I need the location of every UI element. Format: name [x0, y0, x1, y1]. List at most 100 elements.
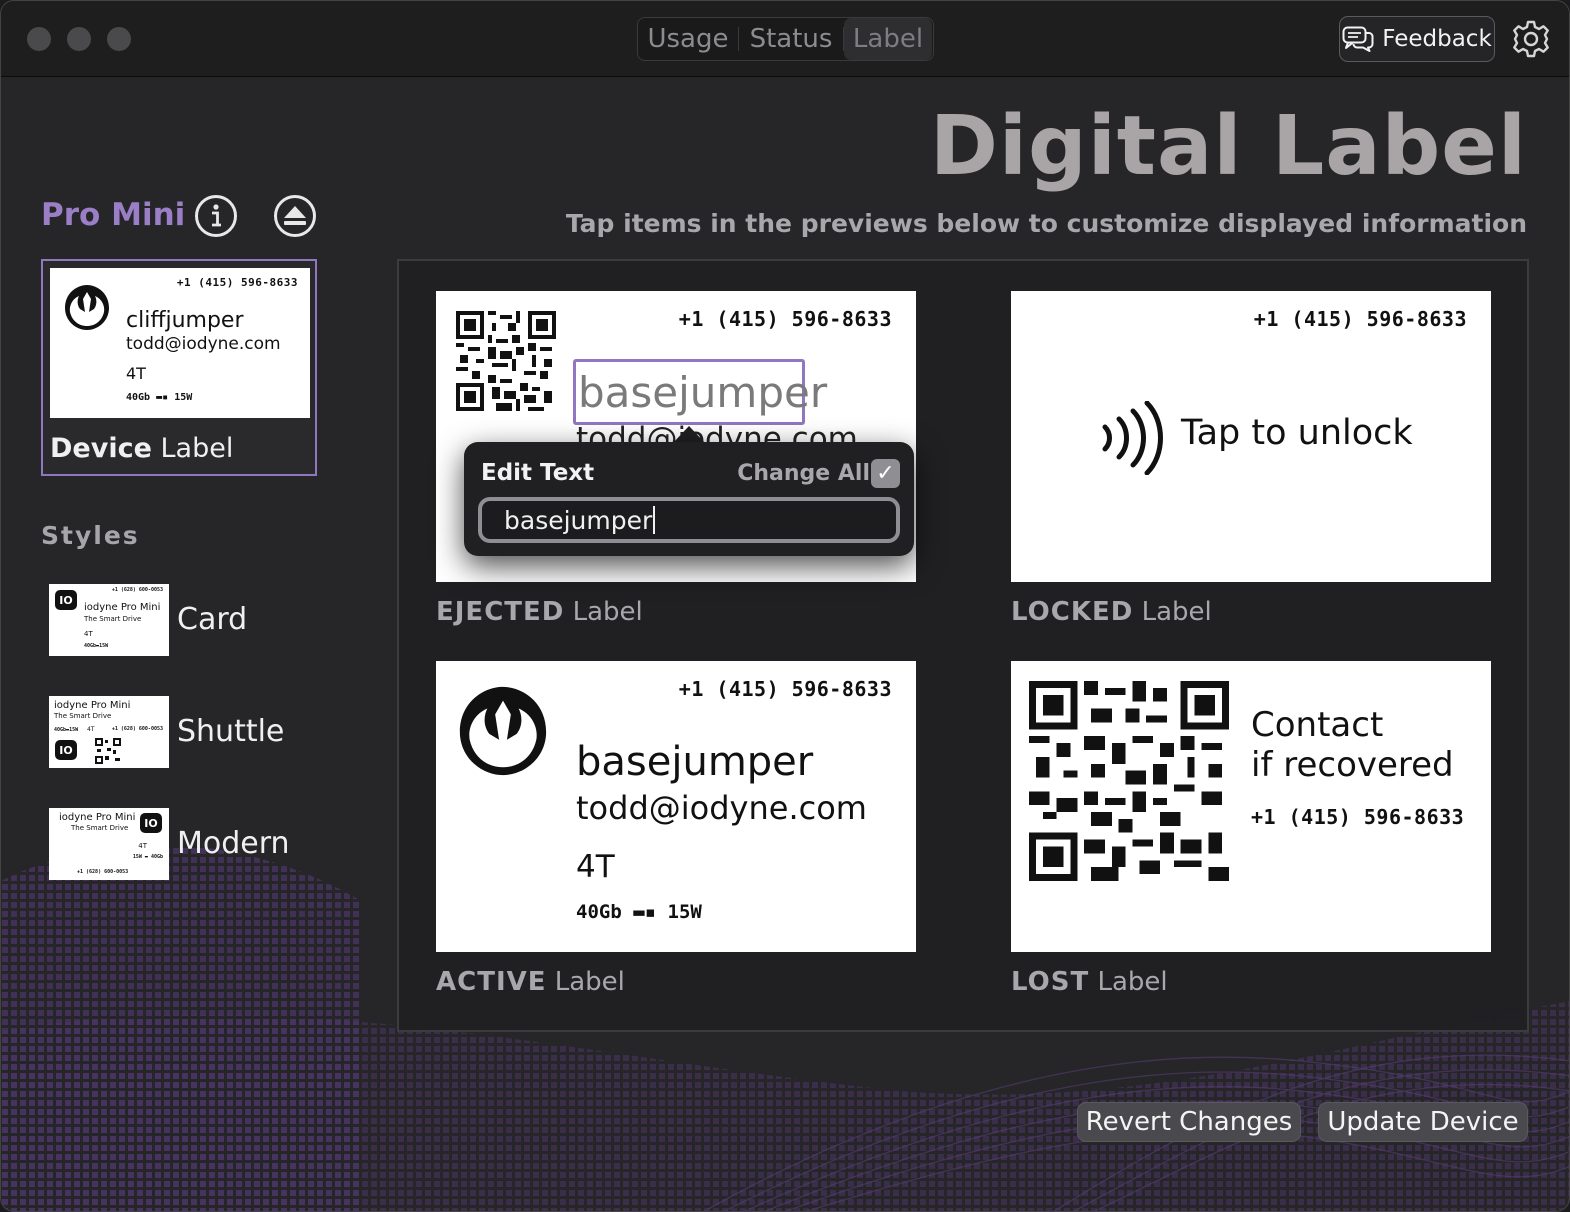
style-shuttle-capacity: 4T	[87, 726, 95, 733]
feedback-button[interactable]: Feedback	[1339, 16, 1495, 62]
device-label-capacity: 4T	[126, 364, 146, 383]
style-card-product: iodyne Pro Mini	[84, 602, 161, 613]
nfc-tap-icon	[1102, 401, 1163, 475]
style-card[interactable]: IO +1 (628) 600-0053 iodyne Pro Mini The…	[49, 584, 349, 656]
style-shuttle-bandwidth: 40Gb	[54, 727, 67, 733]
view-switcher: Usage Status Label	[637, 17, 934, 61]
edit-text-popover: Edit Text Change All ✓ basejumper	[464, 442, 914, 556]
device-label-caption: Device Label	[50, 433, 233, 464]
active-label-email[interactable]: todd@iodyne.com	[576, 789, 867, 827]
style-modern-bandwidth: 40Gb	[150, 854, 163, 860]
rebel-alliance-logo	[459, 686, 547, 776]
active-label-preview[interactable]: +1 (415) 596-8633 basejumper todd@iodyne…	[436, 661, 916, 952]
device-label-email: todd@iodyne.com	[126, 334, 281, 354]
change-all-checkbox[interactable]: ✓	[871, 459, 900, 488]
active-label-specs[interactable]: 40Gb ▬▪ 15W	[576, 901, 702, 923]
device-label-bandwidth: 40Gb	[126, 392, 151, 403]
style-modern-specs: 15W ▬ 40Gb	[132, 854, 163, 860]
text-caret	[653, 506, 656, 534]
styles-heading: Styles	[41, 521, 140, 550]
change-all-label[interactable]: Change All	[737, 461, 870, 486]
active-caption-rest: Label	[546, 967, 625, 997]
qr-code-icon	[95, 738, 121, 764]
lost-label-preview[interactable]: Contact if recovered +1 (415) 596-8633	[1011, 661, 1491, 952]
style-card-specs: 40Gb▬15W	[84, 643, 109, 649]
style-card-bandwidth: 40Gb	[84, 643, 97, 649]
style-modern-tagline: The Smart Drive	[71, 824, 129, 832]
ejected-label-name: basejumper	[578, 368, 828, 417]
style-shuttle-specs: 40Gb▬15W	[54, 727, 79, 733]
active-label-name[interactable]: basejumper	[576, 739, 813, 785]
active-caption-bold: ACTIVE	[436, 967, 547, 997]
style-shuttle-power: 15W	[69, 727, 79, 733]
lost-label-caption: LOST Label	[1011, 967, 1168, 997]
active-label-caption: ACTIVE Label	[436, 967, 625, 997]
device-label-phone: +1 (415) 596-8633	[176, 276, 298, 289]
iodyne-logo: IO	[55, 590, 77, 610]
page-subtitle: Tap items in the previews below to custo…	[565, 209, 1527, 238]
zoom-window-button[interactable]	[107, 27, 131, 51]
style-shuttle-thumbnail: iodyne Pro Mini The Smart Drive 40Gb▬15W…	[49, 696, 169, 768]
tab-status[interactable]: Status	[739, 18, 843, 60]
style-modern[interactable]: iodyne Pro Mini The Smart Drive IO 4T 15…	[49, 808, 349, 880]
ejected-caption-bold: EJECTED	[436, 597, 565, 627]
ejected-label-name-selection[interactable]: basejumper	[573, 359, 827, 425]
style-card-thumbnail: IO +1 (628) 600-0053 iodyne Pro Mini The…	[49, 584, 169, 656]
style-card-tagline: The Smart Drive	[84, 615, 142, 623]
info-glyph	[212, 204, 221, 227]
lost-caption-rest: Label	[1089, 967, 1168, 997]
style-shuttle[interactable]: iodyne Pro Mini The Smart Drive 40Gb▬15W…	[49, 696, 349, 768]
style-card-capacity: 4T	[84, 630, 93, 638]
active-label-bandwidth: 40Gb	[576, 901, 622, 923]
lost-label-phone[interactable]: +1 (415) 596-8633	[1251, 805, 1464, 829]
style-modern-thumbnail: iodyne Pro Mini The Smart Drive IO 4T 15…	[49, 808, 169, 880]
info-icon[interactable]	[195, 195, 237, 237]
tab-usage[interactable]: Usage	[638, 18, 738, 60]
style-card-power: 15W	[99, 643, 109, 649]
iodyne-logo: IO	[55, 740, 77, 760]
style-modern-power: 15W	[132, 854, 142, 860]
checkmark-icon: ✓	[876, 461, 895, 486]
eject-glyph	[284, 206, 306, 225]
locked-label-caption: LOCKED Label	[1011, 597, 1212, 627]
tab-label[interactable]: Label	[844, 18, 932, 60]
device-label-thumbnail: +1 (415) 596-8633 cliffjumper todd@iodyn…	[50, 268, 310, 418]
style-card-phone: +1 (628) 600-0053	[111, 587, 163, 593]
style-modern-capacity: 4T	[138, 842, 147, 850]
app-window: Usage Status Label Feedback Digital Labe…	[0, 0, 1570, 1212]
locked-caption-rest: Label	[1133, 597, 1212, 627]
close-window-button[interactable]	[27, 27, 51, 51]
locked-label-message: Tap to unlock	[1181, 413, 1413, 453]
qr-code-icon	[456, 311, 556, 411]
locked-caption-bold: LOCKED	[1011, 597, 1134, 627]
device-label-caption-bold: Device	[50, 433, 152, 464]
device-label-card[interactable]: +1 (415) 596-8633 cliffjumper todd@iodyn…	[41, 259, 317, 476]
feedback-label: Feedback	[1382, 26, 1492, 52]
device-name: Pro Mini	[41, 197, 186, 233]
chat-bubbles-icon	[1342, 26, 1374, 52]
eject-icon[interactable]	[274, 195, 316, 237]
ejected-label-phone[interactable]: +1 (415) 596-8633	[679, 307, 892, 331]
page-title: Digital Label	[929, 99, 1527, 194]
locked-label-phone[interactable]: +1 (415) 596-8633	[1254, 307, 1467, 331]
lost-caption-bold: LOST	[1011, 967, 1090, 997]
edit-text-value: basejumper	[504, 505, 653, 535]
minimize-window-button[interactable]	[67, 27, 91, 51]
lost-label-line1[interactable]: Contact	[1251, 705, 1383, 745]
revert-changes-button[interactable]: Revert Changes	[1077, 1102, 1301, 1142]
iodyne-logo: IO	[140, 813, 162, 833]
update-device-button[interactable]: Update Device	[1318, 1102, 1528, 1142]
locked-label-preview[interactable]: +1 (415) 596-8633 Tap to unlock	[1011, 291, 1491, 582]
style-shuttle-phone: +1 (628) 600-0053	[111, 726, 163, 732]
active-label-capacity[interactable]: 4T	[576, 849, 615, 885]
title-bar: Usage Status Label Feedback	[1, 1, 1569, 77]
style-card-label: Card	[177, 602, 248, 637]
active-label-power: 15W	[667, 901, 702, 923]
active-label-phone[interactable]: +1 (415) 596-8633	[679, 677, 892, 701]
edit-text-field[interactable]: basejumper	[478, 497, 900, 543]
style-shuttle-product: iodyne Pro Mini	[54, 700, 131, 711]
gear-icon[interactable]	[1511, 19, 1551, 59]
popover-title: Edit Text	[481, 460, 595, 486]
lost-label-line2[interactable]: if recovered	[1251, 745, 1454, 785]
style-modern-phone: +1 (628) 600-0053	[77, 869, 129, 875]
